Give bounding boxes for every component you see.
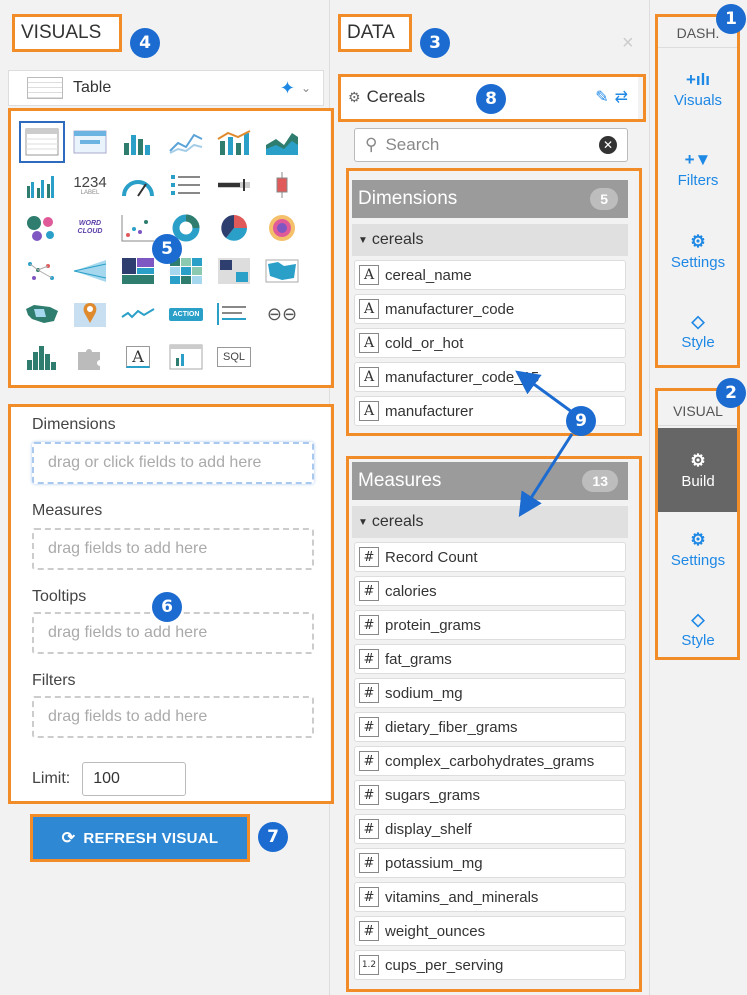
visual-type-selector[interactable]: Table ✦ ⌄: [8, 70, 324, 106]
sparkle-icon[interactable]: ✦: [280, 78, 295, 99]
data-title: DATA: [338, 14, 412, 52]
close-icon[interactable]: ×: [622, 32, 634, 55]
search-field[interactable]: ⚲ Search ✕: [354, 128, 628, 162]
chevron-down-icon[interactable]: ⌄: [301, 81, 311, 95]
table-thumbnail-icon: [27, 77, 63, 99]
refresh-icon: ⟳: [61, 830, 76, 847]
search-icon: ⚲: [365, 135, 378, 154]
callout-box-measures: [346, 456, 642, 992]
callout-badge-6: 6: [152, 592, 182, 622]
clear-search-icon[interactable]: ✕: [599, 136, 617, 154]
callout-badge-7: 7: [258, 822, 288, 852]
callout-badge-8: 8: [476, 84, 506, 114]
visuals-title: VISUALS: [12, 14, 122, 52]
search-placeholder: Search: [385, 135, 440, 154]
callout-badge-2: 2: [716, 378, 746, 408]
refresh-visual-button[interactable]: ⟳ REFRESH VISUAL: [30, 814, 250, 862]
callout-badge-5: 5: [152, 234, 182, 264]
refresh-visual-label: REFRESH VISUAL: [83, 829, 219, 847]
callout-box-visual-rail: [655, 388, 740, 660]
callout-box-dimensions: [346, 168, 642, 436]
callout-badge-1: 1: [716, 4, 746, 34]
callout-badge-9: 9: [566, 406, 596, 436]
visual-type-label: Table: [73, 79, 112, 96]
callout-badge-3: 3: [420, 28, 450, 58]
callout-badge-4: 4: [130, 28, 160, 58]
callout-box-dash-rail: [655, 14, 740, 368]
